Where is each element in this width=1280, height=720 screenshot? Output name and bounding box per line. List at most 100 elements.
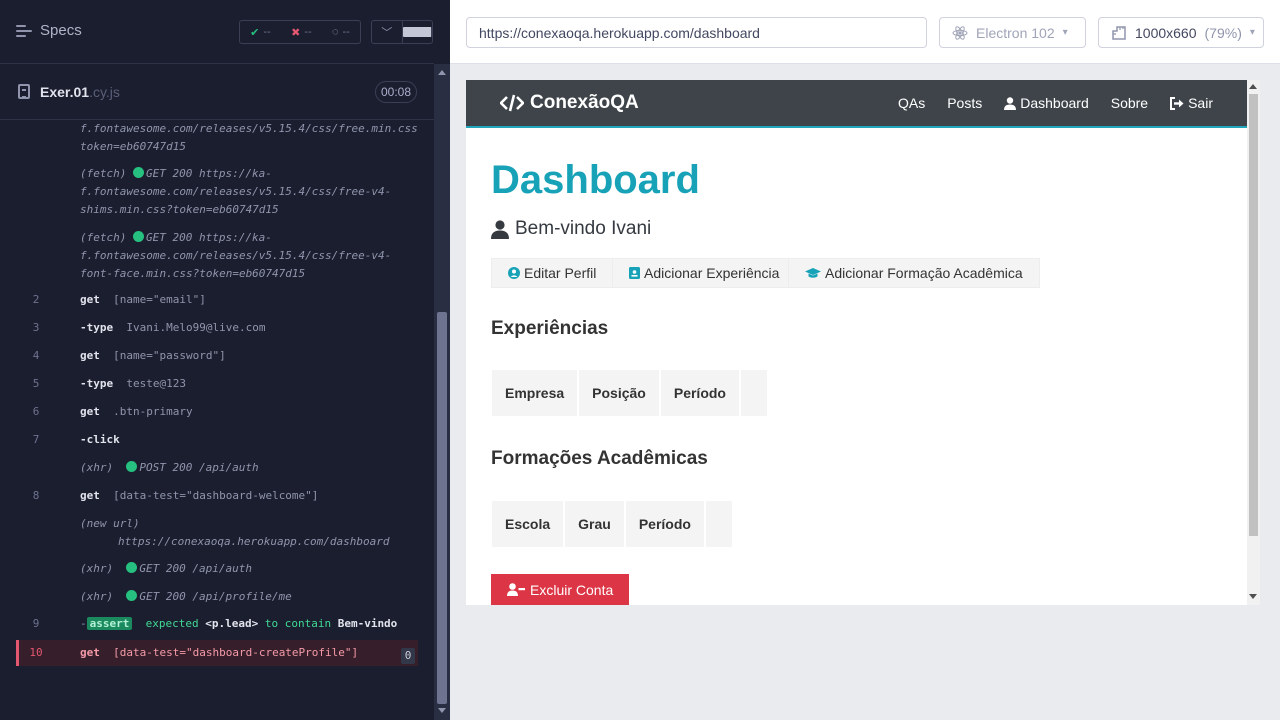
check-icon: ✔ (250, 26, 260, 39)
log-url-text: https://ka-f.fontawesome.com/releases/v5… (80, 231, 392, 280)
scrollbar-thumb[interactable] (437, 312, 447, 704)
log-prefix: (xhr) (80, 461, 114, 474)
code-icon (500, 94, 524, 112)
log-url-text: f.fontawesome.com/releases/v5.15.4/css/f… (80, 122, 418, 153)
command-number: 5 (32, 377, 40, 390)
nav-link-qas[interactable]: QAs (898, 95, 925, 111)
add-experience-button[interactable]: Adicionar Experiência (612, 258, 797, 288)
collapse-button[interactable]: ﹀ (372, 21, 403, 43)
command-log-entry[interactable]: 4 get [name="password"] (16, 347, 418, 365)
nav-link-label: Dashboard (1020, 95, 1089, 111)
status-success-icon (132, 167, 144, 178)
spec-duration: 00:08 (375, 81, 417, 103)
specs-label: Specs (40, 22, 82, 39)
status-success-icon (126, 461, 138, 472)
command-log-entry[interactable]: 3 -type Ivani.Melo99@live.com (16, 319, 418, 337)
menu-icon (16, 24, 32, 38)
education-table-header: Escola Grau Período (492, 501, 732, 547)
log-url-text: https://conexaoqa.herokuapp.com/dashboar… (118, 535, 390, 548)
command-number: 2 (32, 293, 40, 306)
scroll-down-icon[interactable] (438, 708, 446, 713)
command-log-entry[interactable]: 8 get [data-test="dashboard-welcome"] (16, 487, 418, 505)
scroll-up-icon[interactable] (438, 70, 446, 75)
command-log-scrollbar[interactable] (434, 64, 450, 720)
log-prefix: (fetch) (80, 231, 127, 244)
electron-icon (952, 25, 968, 40)
chevron-down-icon: ﹀ (381, 27, 393, 39)
log-method: GET 200 (145, 231, 193, 244)
button-label: Editar Perfil (524, 265, 597, 281)
command-log-entry[interactable]: 5 -type teste@123 (16, 375, 418, 393)
scroll-down-icon[interactable] (1249, 594, 1257, 599)
command-log-entry[interactable]: 7 -click (16, 431, 418, 449)
command-number: 10 (29, 646, 43, 659)
table-column-header: Escola (492, 501, 564, 547)
command-arg: teste@123 (126, 377, 186, 390)
chevron-down-icon: ▾ (1249, 27, 1255, 38)
ruler-icon (1112, 25, 1126, 40)
browser-name: Electron 102 (976, 24, 1055, 41)
brand-name: ConexãoQA (530, 92, 639, 113)
specs-toggle-button[interactable]: Specs (16, 22, 82, 39)
log-prefix: (fetch) (80, 167, 127, 180)
table-column-header: Período (660, 370, 739, 416)
command-log: f.fontawesome.com/releases/v5.15.4/css/f… (16, 120, 418, 678)
app-under-test-frame: ConexãoQA QAs Posts Dashboard Sobre Sair… (466, 80, 1260, 605)
table-column-header: Período (625, 501, 704, 547)
command-log-entry[interactable]: (xhr) GET 200 /api/profile/me (16, 588, 418, 606)
sign-out-icon (1170, 96, 1184, 110)
delete-account-button[interactable]: Excluir Conta (491, 574, 630, 605)
log-method: GET 200 (139, 562, 186, 575)
nav-link-sair[interactable]: Sair (1170, 95, 1213, 111)
command-log-entry[interactable]: 6 get .btn-primary (16, 403, 418, 421)
stop-button[interactable] (402, 21, 432, 43)
command-arg: [data-test="dashboard-createProfile"] (113, 646, 359, 659)
command-log-entry[interactable]: (xhr) POST 200 /api/auth (16, 459, 418, 477)
experiences-table-header: Empresa Posição Período (492, 370, 767, 416)
command-arg: [name="password"] (113, 349, 226, 362)
failed-command-entry[interactable]: 10 get [data-test="dashboard-createProfi… (16, 640, 418, 666)
nav-link-label: Sair (1188, 95, 1213, 111)
assert-subject: <p.lead> (205, 617, 259, 630)
add-education-button[interactable]: Adicionar Formação Acadêmica (788, 258, 1040, 288)
url-bar[interactable]: https://conexaoqa.herokuapp.com/dashboar… (466, 17, 927, 48)
nav-link-sobre[interactable]: Sobre (1111, 95, 1148, 111)
page-scrollbar[interactable] (1247, 80, 1260, 605)
viewport-info[interactable]: 1000x660 (79%) ▾ (1098, 17, 1264, 48)
brand-link[interactable]: ConexãoQA (500, 92, 639, 114)
command-name: get (80, 646, 100, 659)
document-icon (18, 84, 30, 99)
command-number: 6 (32, 405, 40, 418)
status-success-icon (126, 590, 138, 601)
scroll-up-icon[interactable] (1249, 84, 1257, 89)
scrollbar-thumb[interactable] (1249, 94, 1258, 536)
page-title: Dashboard (491, 158, 700, 202)
command-log-entry[interactable]: (xhr) GET 200 /api/auth (16, 560, 418, 578)
button-label: Adicionar Formação Acadêmica (825, 265, 1023, 281)
runner-controls: ﹀ (371, 20, 433, 44)
spec-file-extension: .cy.js (89, 84, 120, 100)
command-log-entry[interactable]: 9 - assert expected <p.lead> to contain B… (16, 615, 418, 633)
test-stats: ✔ -- ✖ -- ◌ -- (239, 20, 361, 44)
edit-profile-button[interactable]: Editar Perfil (491, 258, 614, 288)
table-column-header: Posição (579, 370, 659, 416)
nav-link-posts[interactable]: Posts (947, 95, 982, 111)
assert-word: expected (145, 617, 199, 630)
pending-count: -- (342, 26, 350, 38)
cypress-runner-panel: Specs ✔ -- ✖ -- ◌ -- ﹀ Exer.01.cy.js 00:08 … (0, 0, 450, 720)
table-column-header (740, 370, 767, 416)
nav-link-dashboard[interactable]: Dashboard (1004, 95, 1089, 111)
log-prefix: (xhr) (80, 590, 114, 603)
log-prefix: (new url) (80, 517, 140, 530)
command-number: 4 (32, 349, 40, 362)
status-success-icon (126, 562, 138, 573)
viewport-zoom: (79%) (1204, 24, 1242, 41)
log-url-text: https://ka-f.fontawesome.com/releases/v5… (80, 167, 392, 216)
passed-count: -- (263, 26, 271, 38)
id-badge-icon (629, 267, 640, 279)
spec-file-row[interactable]: Exer.01.cy.js 00:08 (0, 64, 434, 120)
browser-selector[interactable]: Electron 102 ▾ (939, 17, 1086, 48)
command-log-entry[interactable]: (new url) https://conexaoqa.herokuapp.co… (16, 515, 418, 551)
command-log-entry[interactable]: 2 get [name="email"] (16, 291, 418, 309)
x-icon: ✖ (291, 26, 301, 39)
